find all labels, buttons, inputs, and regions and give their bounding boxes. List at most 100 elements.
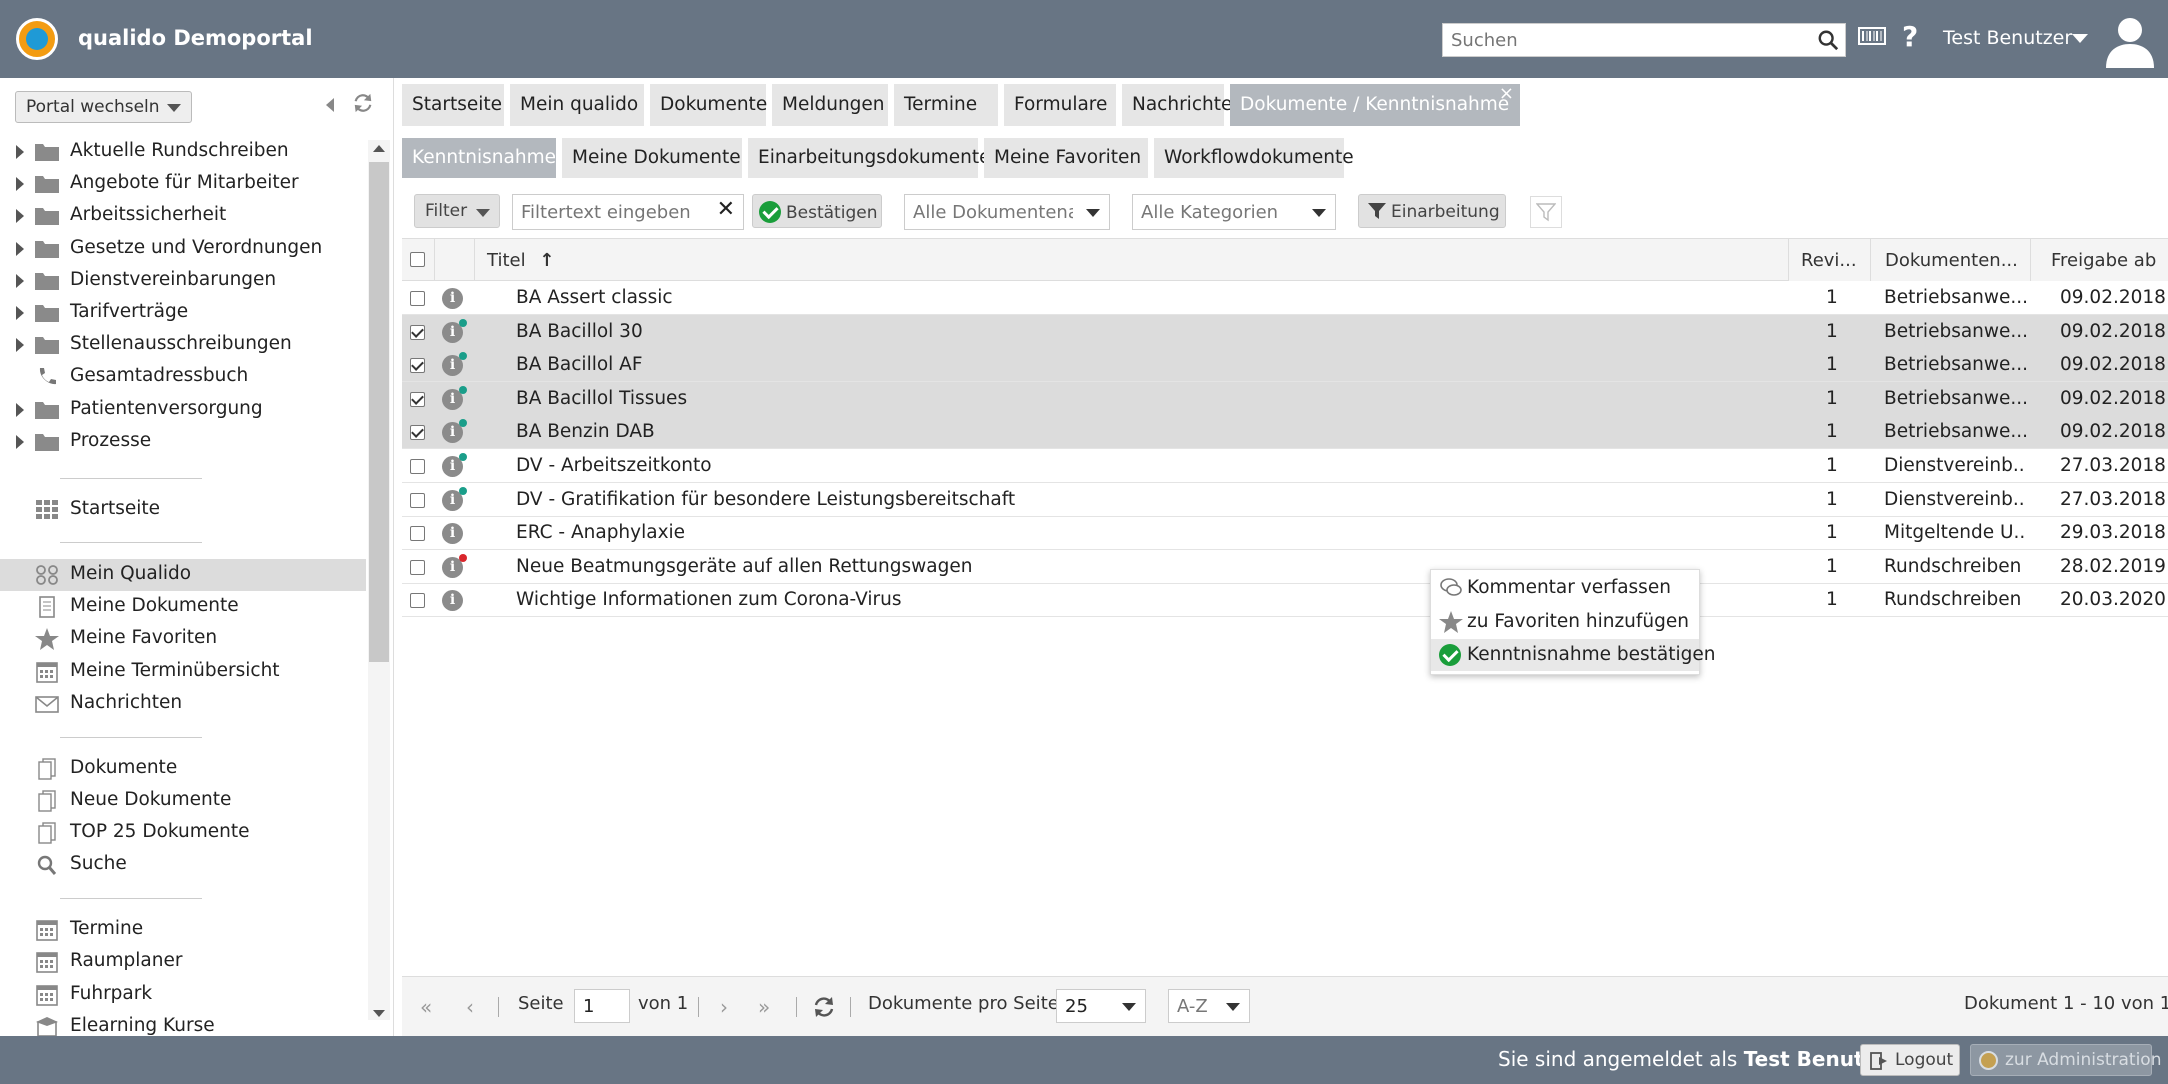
sidebar-item-startseite[interactable]: Startseite (0, 494, 366, 526)
portal-switch-button[interactable]: Portal wechseln (15, 91, 192, 123)
admin-button[interactable]: zur Administration (1970, 1044, 2162, 1076)
help-icon[interactable]: ? (1902, 20, 1918, 53)
info-icon[interactable]: i (442, 523, 463, 545)
context-item-comment[interactable]: Kommentar verfassen (1431, 572, 1699, 604)
expand-icon[interactable] (16, 177, 24, 192)
tab-item[interactable]: Nachrichten (1122, 84, 1244, 126)
expand-icon[interactable] (16, 145, 24, 159)
table-row[interactable]: i BA Assert classic 1 Betriebsanwe... 09.02.… (402, 281, 2168, 315)
scrollbar-thumb[interactable] (369, 162, 389, 662)
table-row[interactable]: i BA Bacillol AF 1 Betriebsanwe... 09.02.201… (402, 348, 2168, 383)
info-icon[interactable]: i (442, 590, 463, 612)
sidebar-tree-item[interactable]: Patientenversorgung (0, 394, 366, 426)
sidebar-item-meine-favoriten[interactable]: Meine Favoriten (0, 623, 366, 655)
einarbeitung-filter-button[interactable]: Einarbeitung (1358, 194, 1506, 228)
scroll-up-icon[interactable] (373, 145, 385, 152)
sidebar-tree-item[interactable]: Stellenausschreibungen (0, 329, 366, 361)
row-checkbox[interactable] (410, 425, 425, 441)
filter-input[interactable] (513, 195, 703, 229)
sidebar-tree-item[interactable]: Tarifverträge (0, 297, 366, 329)
sidebar-item-dokumente[interactable]: Dokumente (0, 753, 366, 785)
sidebar-item-top25[interactable]: TOP 25 Dokumente (0, 817, 366, 849)
expand-icon[interactable] (16, 434, 24, 449)
doctype-column-header[interactable]: Dokumenten... (1870, 239, 2030, 281)
expand-icon[interactable] (16, 306, 24, 320)
next-page-icon[interactable]: › (720, 995, 728, 1019)
subtab-item[interactable]: Kenntnisnahme (402, 138, 556, 178)
sidebar-tree-item[interactable]: Aktuelle Rundschreiben (0, 136, 366, 168)
table-row[interactable]: i Neue Beatmungsgeräte auf allen Rettungs… (402, 550, 2168, 584)
sidebar-tree-item[interactable]: Angebote für Mitarbeiter (0, 168, 366, 200)
logout-button[interactable]: Logout (1860, 1044, 1960, 1076)
sidebar-item-nachrichten[interactable]: Nachrichten (0, 688, 366, 720)
avatar[interactable] (2102, 12, 2158, 68)
sidebar-item-raumplaner[interactable]: Raumplaner (0, 946, 366, 978)
sidebar-item-meine-dokumente[interactable]: Meine Dokumente (0, 591, 366, 623)
last-page-icon[interactable]: » (758, 995, 770, 1019)
confirm-button[interactable]: Bestätigen (752, 194, 882, 228)
subtab-item[interactable]: Workflowdokumente (1154, 138, 1354, 178)
doctype-select[interactable]: Alle Dokumentenarten (904, 194, 1110, 230)
tab-item[interactable]: Dokumente (650, 84, 767, 126)
table-row[interactable]: i BA Bacillol Tissues 1 Betriebsanwe... 09.0… (402, 381, 2168, 416)
tab-item[interactable]: Termine (894, 84, 998, 126)
expand-icon[interactable] (16, 209, 24, 224)
category-select[interactable]: Alle Kategorien (1132, 194, 1336, 230)
previous-page-icon[interactable]: ‹ (466, 995, 474, 1019)
expand-icon[interactable] (16, 273, 24, 288)
row-checkbox[interactable] (410, 492, 425, 508)
expand-icon[interactable] (16, 241, 24, 256)
context-item-confirm[interactable]: Kenntnisnahme bestätigen (1431, 639, 1715, 671)
tab-item[interactable]: Meldungen (772, 84, 888, 126)
subtab-item[interactable]: Meine Dokumente (562, 138, 742, 178)
expand-icon[interactable] (16, 402, 24, 417)
revision-column-header[interactable]: Revi... (1788, 239, 1876, 281)
sidebar-tree-item[interactable]: Arbeitssicherheit (0, 200, 366, 232)
info-icon[interactable]: i (442, 288, 463, 309)
row-checkbox[interactable] (410, 559, 425, 575)
barcode-icon[interactable] (1858, 26, 1886, 50)
sidebar-tree-item[interactable]: Prozesse (0, 426, 366, 458)
user-menu-name[interactable]: Test Benutzer (1943, 27, 2072, 49)
sidebar-tree-item[interactable]: Dienstvereinbarungen (0, 265, 366, 297)
scroll-down-icon[interactable] (373, 1010, 385, 1017)
select-all-checkbox[interactable] (410, 252, 425, 267)
subtab-item[interactable]: Meine Favoriten (984, 138, 1148, 178)
row-checkbox[interactable] (410, 324, 425, 340)
sort-select[interactable]: A-Z (1168, 989, 1250, 1023)
sidebar-item-mein-qualido[interactable]: Mein Qualido (0, 559, 366, 591)
clear-filter-icon[interactable]: ✕ (717, 197, 735, 222)
row-checkbox[interactable] (410, 291, 425, 306)
tab-item[interactable]: Startseite (402, 84, 504, 126)
table-row[interactable]: i DV - Gratifikation für besondere Leistu… (402, 483, 2168, 517)
refresh-icon[interactable] (352, 92, 374, 114)
refresh-icon[interactable] (812, 995, 836, 1019)
table-row[interactable]: i BA Benzin DAB 1 Betriebsanwe... 09.02.2018 (402, 415, 2168, 450)
sidebar-item-termine[interactable]: Termine (0, 914, 366, 946)
sidebar-tree-item[interactable]: Gesetze und Verordnungen (0, 233, 366, 265)
first-page-icon[interactable]: « (420, 995, 432, 1019)
table-row[interactable]: i Wichtige Informationen zum Corona-Virus… (402, 583, 2168, 618)
row-checkbox[interactable] (410, 358, 425, 374)
context-item-favorite[interactable]: zu Favoriten hinzufügen (1431, 606, 1699, 638)
sidebar-item-suche[interactable]: Suche (0, 849, 366, 881)
clear-filters-button[interactable] (1530, 196, 1562, 228)
close-icon[interactable]: × (1499, 83, 1514, 104)
expand-icon[interactable] (16, 338, 24, 353)
row-checkbox[interactable] (410, 593, 425, 609)
sidebar-item-fuhrpark[interactable]: Fuhrpark (0, 979, 366, 1011)
table-row[interactable]: i BA Bacillol 30 1 Betriebsanwe... 09.02.201… (402, 314, 2168, 349)
sidebar-item-termin-uebersicht[interactable]: Meine Terminübersicht (0, 656, 366, 688)
sidebar-tree-item[interactable]: Gesamtadressbuch (0, 361, 366, 393)
row-checkbox[interactable] (410, 391, 425, 407)
sidebar-item-neue-dokumente[interactable]: Neue Dokumente (0, 785, 366, 817)
release-column-header[interactable]: Freigabe ab (2030, 239, 2168, 281)
qualido-logo-icon[interactable] (16, 18, 58, 60)
table-row[interactable]: i DV - Arbeitszeitkonto 1 Dienstvereinb... 2… (402, 449, 2168, 483)
filter-dropdown-button[interactable]: Filter (414, 194, 500, 228)
sidebar-item-elearning[interactable]: Elearning Kurse (0, 1011, 366, 1036)
tab-item[interactable]: Mein qualido (510, 84, 644, 126)
search-icon[interactable] (1817, 29, 1839, 51)
subtab-item[interactable]: Einarbeitungsdokumente (748, 138, 991, 178)
per-page-select[interactable]: 25 (1056, 989, 1146, 1023)
